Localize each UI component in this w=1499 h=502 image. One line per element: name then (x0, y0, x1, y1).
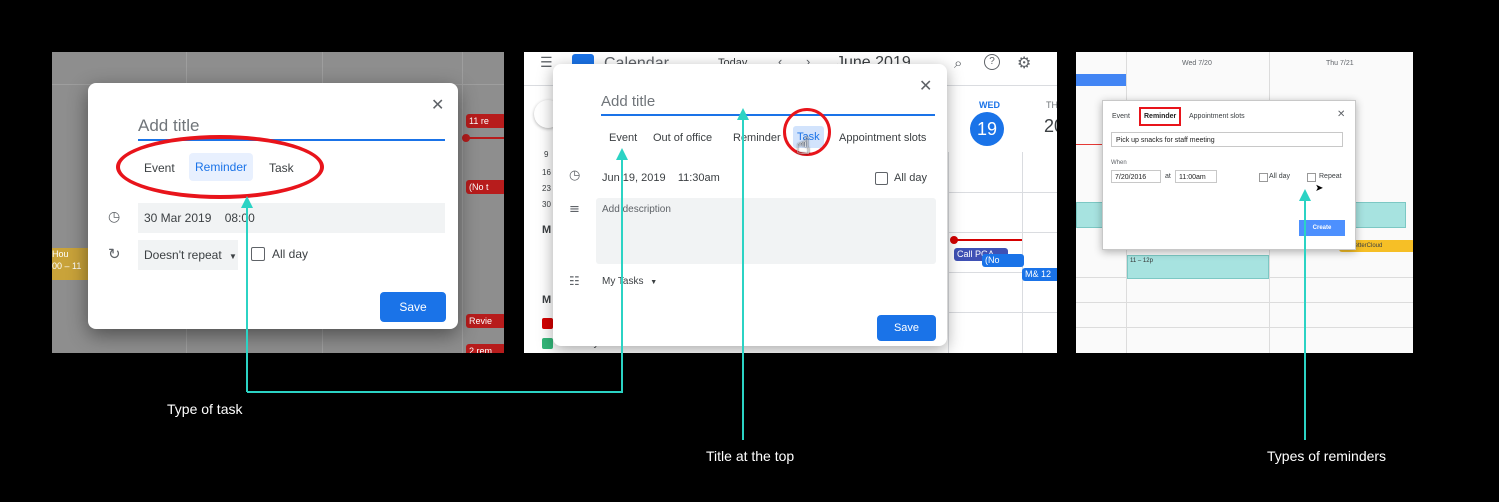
date-input[interactable]: 7/20/2016 (1111, 170, 1161, 183)
grid-line (1022, 152, 1023, 353)
mini-cal-date: 30 (542, 200, 551, 209)
background-event-time: 00 – 11 (52, 261, 82, 271)
grid-line (948, 232, 1057, 233)
repeat-dropdown[interactable]: Doesn't repeat ▼ (138, 240, 238, 270)
save-button[interactable]: Save (380, 292, 446, 322)
repeat-label: Repeat (1319, 173, 1342, 180)
quick-create-dialog: ✕ Add title Event Reminder Task ◷ 30 Mar… (88, 83, 458, 329)
menu-icon[interactable]: ☰ (540, 55, 553, 71)
at-label: at (1165, 173, 1171, 180)
now-line (954, 239, 1022, 241)
mouse-pointer-icon: ➤ (1315, 183, 1324, 194)
now-line (466, 137, 504, 139)
description-icon: ≡ (569, 202, 580, 217)
grid-line (948, 312, 1057, 313)
background-event: Hou 00 – 11 (52, 248, 88, 280)
all-day-checkbox[interactable] (875, 172, 888, 185)
repeat-icon: ↻ (108, 245, 121, 263)
screenshot-panel-1: Hou 00 – 11 11 re (No t Revie 2 rem ✕ Ad… (52, 52, 504, 353)
chevron-down-icon: ▼ (229, 252, 237, 261)
sidebar-label: M (542, 294, 552, 306)
tab-out-of-office[interactable]: Out of office (653, 132, 712, 144)
title-placeholder: Add title (601, 93, 656, 110)
background-chip: Revie (466, 314, 504, 328)
search-icon[interactable]: ⌕ (954, 54, 962, 72)
task-list-dropdown[interactable]: My Tasks ▼ (602, 276, 657, 287)
background-event-title: Hou (52, 249, 69, 259)
list-icon: ☷ (569, 274, 580, 288)
title-input[interactable]: Add title (601, 90, 935, 116)
screenshot-panel-3: Wed 7/20 Thu 7/21 11 – 12p 3 - BetterClo… (1076, 52, 1413, 353)
datetime-field[interactable]: Jun 19, 2019 11:30am (602, 172, 720, 184)
clock-icon: ◷ (108, 209, 121, 225)
save-button[interactable]: Save (877, 315, 936, 341)
annotation-ellipse (116, 135, 324, 199)
grid-line (1076, 327, 1413, 328)
reminder-text-input[interactable]: Pick up snacks for staff meeting (1111, 132, 1343, 147)
title-placeholder: Add title (138, 116, 200, 135)
day-number: 20 (1044, 116, 1057, 136)
caption-types-of-reminders: Types of reminders (1267, 448, 1387, 464)
calendar-checkbox[interactable] (542, 338, 553, 349)
tab-appointment-slots[interactable]: Appointment slots (1189, 113, 1245, 120)
caption-title-at-top: Title at the top (706, 448, 795, 464)
grid-line (462, 52, 463, 353)
tab-event[interactable]: Event (609, 132, 637, 144)
calendar-checkbox[interactable] (542, 318, 553, 329)
task-chip[interactable]: (No (982, 254, 1024, 267)
all-day-label: All day (272, 247, 309, 261)
close-icon[interactable]: ✕ (1337, 109, 1345, 120)
all-day-label: All day (1269, 173, 1291, 180)
task-chip[interactable]: M& 12 (1022, 268, 1057, 281)
repeat-value: Doesn't repeat (144, 248, 222, 262)
grid-line (948, 192, 1057, 193)
help-icon[interactable]: ? (984, 54, 1000, 70)
grid-line (1076, 144, 1102, 145)
gear-icon[interactable]: ⚙ (1017, 53, 1031, 72)
background-chip: 11 re (466, 114, 504, 128)
day-header-wed: WED (979, 100, 1000, 110)
reminder-dialog: ✕ Event Reminder Appointment slots Pick … (1102, 100, 1356, 250)
tab-event[interactable]: Event (1112, 113, 1130, 120)
background-chip: (No t (466, 180, 504, 194)
repeat-checkbox[interactable] (1307, 173, 1316, 182)
close-icon[interactable]: ✕ (431, 95, 444, 114)
when-label: When (1111, 160, 1127, 166)
tab-reminder[interactable]: Reminder (1139, 107, 1182, 126)
screenshot-panel-2: ☰ Calendar Today ‹ › June 2019 ⌕ ? ⚙ 9 1… (524, 52, 1057, 353)
all-day-checkbox[interactable] (1259, 173, 1268, 182)
all-day-label: All day (894, 172, 928, 184)
grid-line (948, 152, 949, 353)
now-dot (462, 134, 470, 142)
hand-cursor-icon: ☝ (796, 132, 811, 160)
tab-reminder[interactable]: Reminder (733, 132, 781, 144)
time-input[interactable]: 11:00am (1175, 170, 1217, 183)
grid-line (1076, 302, 1413, 303)
description-placeholder: Add description (602, 204, 671, 215)
all-day-bar (1076, 74, 1126, 86)
mini-cal-date: 16 (542, 168, 551, 177)
sidebar-label: M (542, 224, 552, 236)
event-block-slot[interactable]: 11 – 12p (1127, 255, 1269, 279)
slot-time: 11 – 12p (1130, 258, 1153, 264)
description-field[interactable]: Add description (596, 198, 936, 264)
all-day-checkbox[interactable] (251, 247, 265, 261)
quick-create-dialog: ✕ Add title Event Out of office Reminder… (553, 64, 947, 346)
day-number-today: 19 (970, 112, 1004, 146)
tab-appointment-slots[interactable]: Appointment slots (839, 132, 926, 144)
create-button[interactable]: Create (1299, 220, 1345, 236)
clock-icon: ◷ (569, 168, 581, 183)
datetime-field[interactable]: 30 Mar 2019 08:00 (138, 203, 445, 233)
day-header-thu: TH (1046, 100, 1057, 110)
caption-type-of-task: Type of task (167, 401, 243, 417)
chevron-down-icon: ▼ (650, 279, 658, 286)
mini-cal-date: 9 (544, 150, 549, 159)
column-header: Thu 7/21 (1326, 60, 1354, 67)
background-chip: 2 rem (466, 344, 504, 353)
mini-cal-date: 23 (542, 184, 551, 193)
column-header: Wed 7/20 (1182, 60, 1212, 67)
task-list-value: My Tasks (602, 276, 644, 287)
